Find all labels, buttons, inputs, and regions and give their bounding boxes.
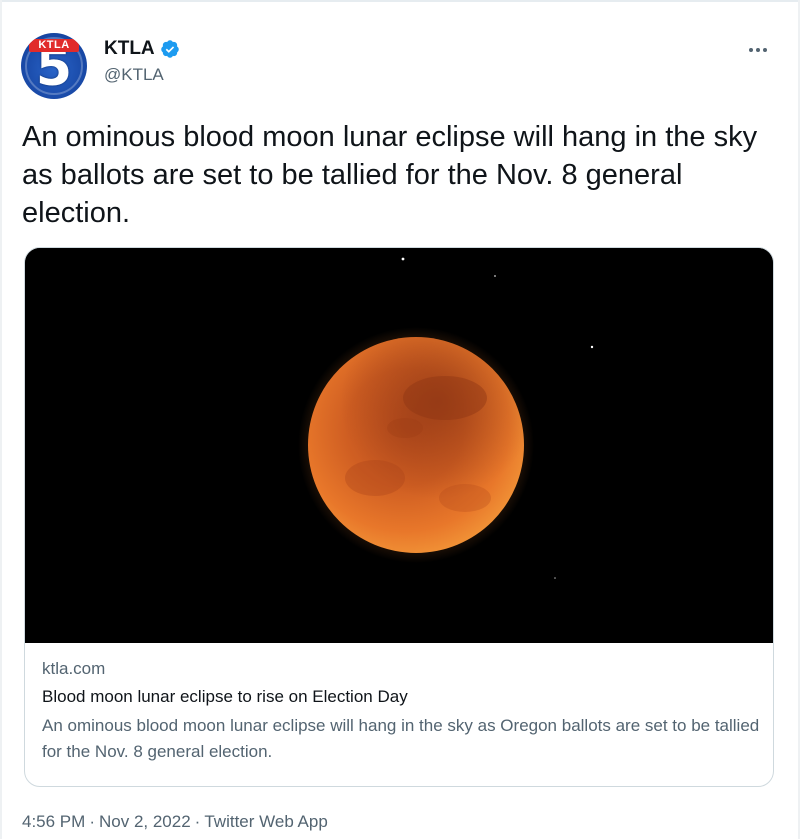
separator-dot: · <box>194 812 201 831</box>
tweet-source[interactable]: Twitter Web App <box>204 812 327 831</box>
card-title[interactable]: Blood moon lunar eclipse to rise on Elec… <box>42 684 762 710</box>
author-display-name[interactable]: KTLA <box>104 37 155 61</box>
verified-badge-icon <box>160 40 179 58</box>
separator-dot: · <box>89 812 95 831</box>
tweet-header: 5 KTLA KTLA @KTLA <box>21 30 781 100</box>
author-names: KTLA @KTLA <box>104 37 180 87</box>
author-handle[interactable]: @KTLA <box>104 63 180 87</box>
avatar-logo-mark: KTLA <box>29 39 79 52</box>
tweet-text: An ominous blood moon lunar eclipse will… <box>22 121 758 229</box>
card-domain: ktla.com <box>42 659 106 678</box>
card-image-blood-moon[interactable] <box>25 248 773 643</box>
card-meta: ktla.com Blood moon lunar eclipse to ris… <box>42 656 762 765</box>
frame-top-border <box>0 0 800 2</box>
tweet-time[interactable]: 4:56 PM <box>22 812 85 831</box>
avatar[interactable]: 5 KTLA <box>21 33 87 99</box>
card-description: An ominous blood moon lunar eclipse will… <box>42 716 760 761</box>
tweet-date[interactable]: Nov 2, 2022 <box>99 812 191 831</box>
link-card[interactable]: ktla.com Blood moon lunar eclipse to ris… <box>24 247 774 787</box>
more-horizontal-icon[interactable] <box>743 40 773 60</box>
frame-left-border <box>0 0 2 839</box>
tweet-timestamp: 4:56 PM · Nov 2, 2022 · Twitter Web App <box>22 810 328 834</box>
author-display-name-row[interactable]: KTLA <box>104 37 180 61</box>
